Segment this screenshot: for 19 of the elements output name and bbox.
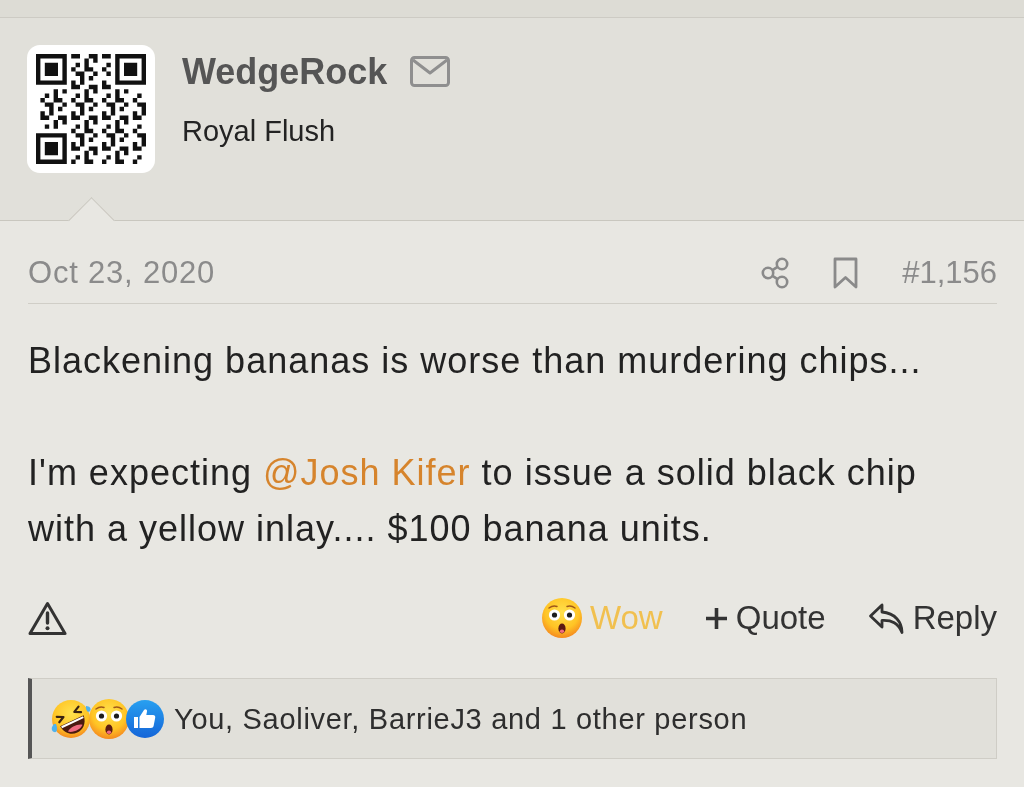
thumbs-up-emoji-icon [126, 699, 164, 738]
post-text: I'm expecting @Josh Kifer to issue a solid black chip with a yellow inlay.... $100 banana units. [28, 451, 918, 551]
reply-button[interactable]: Reply [867, 596, 997, 640]
username-link[interactable]: WedgeRock [182, 50, 388, 93]
reactions-bar[interactable]: You, Saoliver, BarrieJ3 and 1 other person [28, 678, 997, 759]
reply-arrow-icon [867, 601, 905, 635]
bookmark-icon[interactable] [833, 256, 859, 289]
qr-code-avatar[interactable] [27, 45, 155, 173]
quote-button[interactable]: Quote [704, 596, 826, 640]
mail-icon[interactable] [410, 56, 451, 87]
laughing-emoji-icon [50, 697, 92, 740]
plus-icon [704, 606, 728, 630]
surprised-emoji-icon [541, 598, 582, 638]
share-icon[interactable] [761, 256, 790, 289]
surprised-emoji-icon [89, 698, 129, 739]
reactions-text[interactable]: You, Saoliver, BarrieJ3 and 1 other person [174, 700, 748, 737]
warning-icon[interactable] [28, 600, 67, 636]
user-title: Royal Flush [182, 114, 336, 149]
post-text: Blackening bananas is worse than murdering chips... [28, 339, 923, 383]
